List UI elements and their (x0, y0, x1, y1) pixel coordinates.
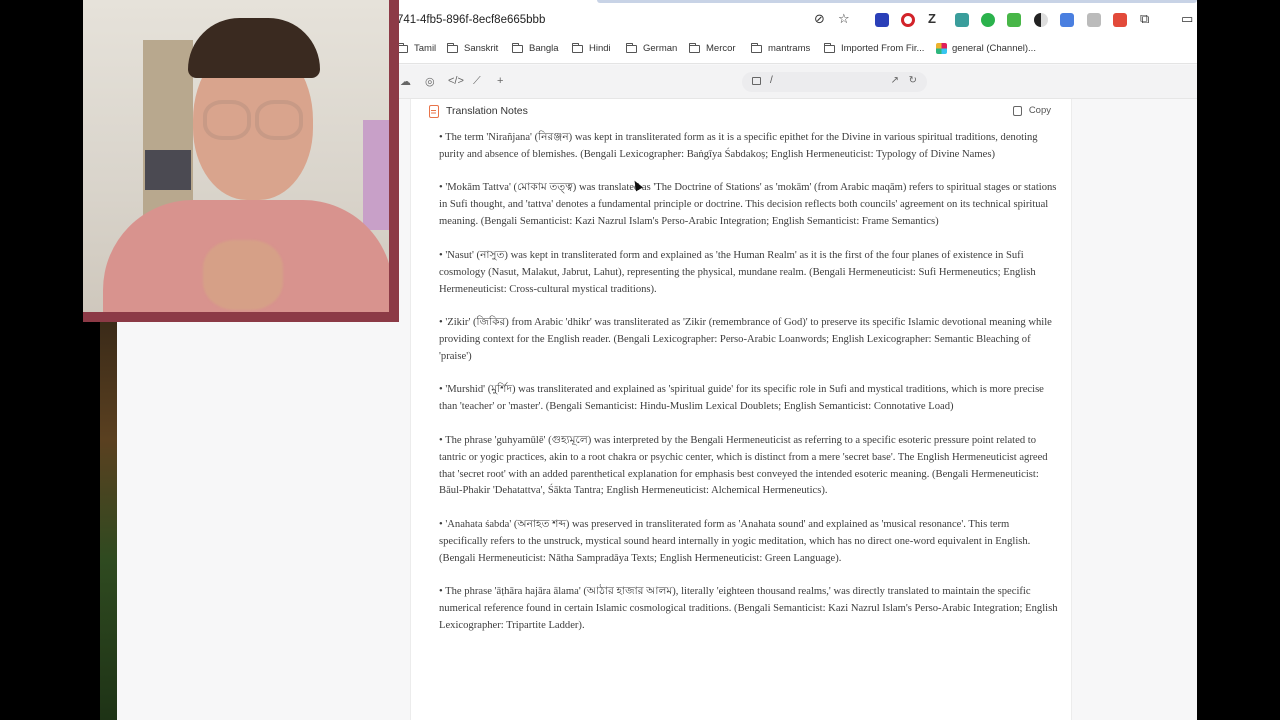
bookmark-mercor[interactable]: Mercor (689, 42, 736, 54)
extension-z-icon[interactable]: Z (928, 12, 936, 26)
bookmark-hindi[interactable]: Hindi (572, 42, 611, 54)
note-item: • The phrase 'guhyamūlē' (গুহ্যমূলে) was… (439, 434, 1048, 497)
folder-icon (824, 42, 835, 53)
bookmark-imported[interactable]: Imported From Fir... (824, 42, 925, 54)
bookmark-label: German (643, 43, 678, 54)
right-background (1197, 0, 1280, 720)
copy-button[interactable]: Copy (1012, 102, 1051, 116)
card-header: Translation Notes Copy (411, 99, 1073, 125)
extension-contrast-icon[interactable] (1034, 13, 1048, 27)
webcam-video (83, 0, 389, 312)
bookmark-label: Mercor (706, 43, 736, 54)
palette-icon[interactable]: ◎ (425, 75, 435, 88)
note-item: • 'Nasut' (নাসুত) was kept in transliter… (439, 249, 1036, 295)
sidebar-icon[interactable]: ▭ (1181, 12, 1193, 26)
folder-icon (572, 42, 583, 53)
bookmark-label: general (Channel)... (952, 43, 1036, 54)
notes-list: • The term 'Nirañjana' (নিরঞ্জন) was kep… (439, 130, 1059, 652)
slack-icon (936, 43, 947, 54)
add-icon[interactable]: + (497, 75, 503, 87)
bookmark-german[interactable]: German (626, 42, 678, 54)
window-icon (752, 77, 761, 85)
webcam-overlay (83, 0, 399, 322)
folder-icon (689, 42, 700, 53)
copy-label: Copy (1028, 105, 1051, 116)
external-link-icon[interactable]: ↗ (891, 75, 899, 86)
code-icon[interactable]: </> (448, 75, 464, 87)
document-icon (429, 105, 439, 118)
translation-notes-card: Translation Notes Copy • The term 'Nirañ… (410, 99, 1072, 720)
cloud-icon[interactable]: ☁ (400, 75, 411, 88)
folder-icon (626, 42, 637, 53)
bookmark-label: Bangla (529, 43, 559, 54)
eye-slash-icon[interactable]: ⊘ (814, 12, 825, 26)
folder-icon (512, 42, 523, 53)
note-item: • 'Mokām Tattva' (মোকাম তত্ত্ব) was tran… (439, 182, 1057, 228)
extension-green-icon[interactable] (981, 13, 995, 27)
note-item: • 'Zikir' (জিকির) from Arabic 'dhikr' wa… (439, 317, 1052, 362)
bookmark-bangla[interactable]: Bangla (512, 42, 559, 54)
bookmark-mantrams[interactable]: mantrams (751, 42, 811, 54)
extension-gmail-icon[interactable] (1113, 13, 1127, 27)
bookmark-sanskrit[interactable]: Sanskrit (447, 42, 499, 54)
chart-icon[interactable]: ⟋ (473, 75, 481, 88)
bookmark-label: Imported From Fir... (841, 43, 925, 54)
extension-blue-icon[interactable] (875, 13, 889, 27)
shelf-books (145, 150, 191, 190)
path-text: / (770, 75, 773, 86)
refresh-icon[interactable]: ↻ (909, 75, 917, 86)
folder-icon (751, 42, 762, 53)
note-item: • The phrase 'āṭhāra hajāra ālama' (আঠার… (439, 586, 1058, 632)
puzzle-icon[interactable]: ⧉ (1140, 12, 1149, 26)
path-field[interactable]: / ↗ ↻ (742, 72, 927, 92)
extension-translate-icon[interactable] (1060, 13, 1074, 27)
copy-icon (1012, 102, 1026, 116)
extension-grey-icon[interactable] (1087, 13, 1101, 27)
star-icon[interactable]: ☆ (838, 12, 850, 26)
glasses (203, 100, 303, 140)
folder-icon (447, 42, 458, 53)
bookmark-label: Sanskrit (464, 43, 499, 54)
extension-check-icon[interactable] (1007, 13, 1021, 27)
extension-teal-icon[interactable] (955, 13, 969, 27)
person-hair (188, 18, 320, 78)
bookmark-tamil[interactable]: Tamil (397, 42, 437, 54)
url-field[interactable]: 741-4fb5-896f-8ecf8e665bbb (397, 14, 545, 26)
note-item: • 'Anahata śabda' (অনাহত শব্দ) was prese… (439, 518, 1031, 564)
card-title: Translation Notes (446, 105, 528, 117)
bookmark-label: Tamil (414, 43, 437, 54)
bookmark-label: mantrams (768, 43, 811, 54)
bookmark-label: Hindi (589, 43, 611, 54)
wall-art (363, 120, 389, 230)
person-hand (203, 240, 283, 310)
note-item: • The term 'Nirañjana' (নিরঞ্জন) was kep… (439, 132, 1038, 160)
tab-strip-accent (597, 0, 1197, 3)
note-item: • 'Murshid' (মুর্শিদ) was transliterated… (439, 384, 1044, 413)
bookmark-slack-general[interactable]: general (Channel)... (936, 43, 1036, 54)
background-photo (100, 320, 117, 720)
extension-opera-icon[interactable] (901, 13, 915, 27)
